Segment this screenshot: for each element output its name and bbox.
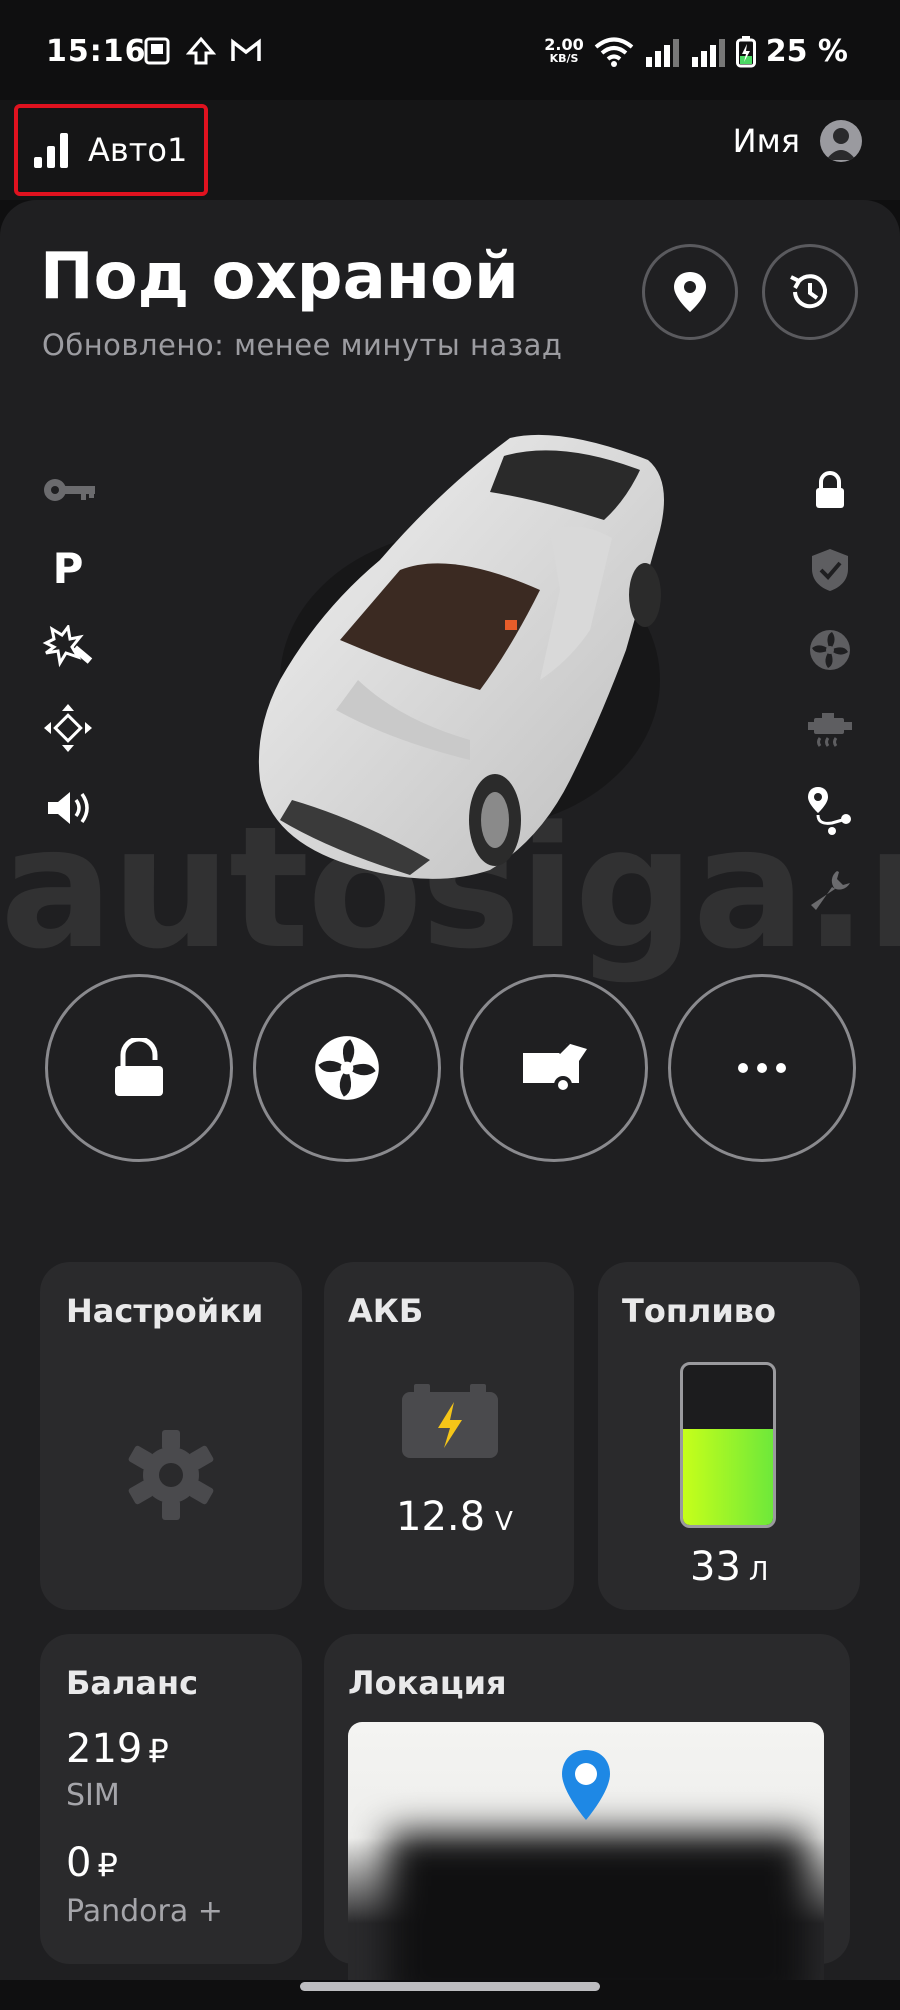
lock-closed-icon [802,462,858,518]
signal-strength-icon [34,133,68,168]
battery-percent: 25 % [765,34,848,69]
history-button[interactable] [762,244,858,340]
shock-sensor-icon [40,620,96,676]
more-dots-icon [738,1063,786,1073]
sim-balance: 219 ₽ [66,1726,169,1772]
balance-title: Баланс [66,1664,199,1702]
fuel-level-fill [683,1429,773,1525]
user-icon [826,128,856,160]
engine-heater-icon [802,702,858,758]
lock-open-icon [115,1038,163,1096]
notification-map-icon [186,36,216,65]
car-selector[interactable]: Авто1 [14,104,208,196]
pandora-balance: 0 ₽ [66,1840,118,1886]
gear-icon [128,1430,214,1520]
history-icon [790,274,827,309]
fan-icon [802,622,858,678]
notification-app-icon [144,37,170,65]
trunk-icon [523,1041,587,1094]
car-image [258,434,664,879]
unlock-button[interactable] [45,974,233,1162]
map-pin-icon [562,1750,610,1820]
engine-start-button[interactable] [253,974,441,1162]
avatar [820,120,862,162]
user-menu[interactable]: Имя [733,120,862,162]
settings-title: Настройки [66,1292,264,1330]
route-tracking-icon [802,782,858,838]
location-pin-icon [674,272,706,312]
security-status-title: Под охраной [40,240,519,314]
map-location-button[interactable] [642,244,738,340]
car-name: Авто1 [88,131,188,169]
signal-icon [645,38,679,67]
location-title: Локация [348,1664,507,1702]
fuel-amount: 33 Л [690,1544,769,1590]
gmail-icon [231,38,261,61]
parking-icon: P [52,543,84,593]
tilt-sensor-icon [40,700,96,756]
fan-icon [315,1036,379,1100]
battery-icon [735,35,756,67]
car-battery-icon [402,1384,498,1458]
sim-label: SIM [66,1778,120,1813]
shield-icon [802,542,858,598]
battery-title: АКБ [348,1292,424,1330]
key-icon [42,462,98,518]
fuel-gauge [680,1362,776,1528]
siren-icon [40,780,96,836]
network-speed: 2.00 KB/S [544,34,584,65]
location-map[interactable] [348,1722,824,1980]
wifi-icon [594,37,634,67]
fuel-title: Топливо [622,1292,777,1330]
service-wrench-icon [802,862,858,918]
home-indicator[interactable] [300,1982,600,1991]
more-options-button[interactable] [668,974,856,1162]
status-time: 15:16 [46,34,147,69]
user-name: Имя [732,122,800,160]
trunk-button[interactable] [460,974,648,1162]
signal-icon-2 [691,38,725,67]
last-updated-text: Обновлено: менее минуты назад [42,328,563,362]
pandora-label: Pandora + [66,1894,223,1929]
battery-voltage: 12.8 V [396,1494,513,1540]
